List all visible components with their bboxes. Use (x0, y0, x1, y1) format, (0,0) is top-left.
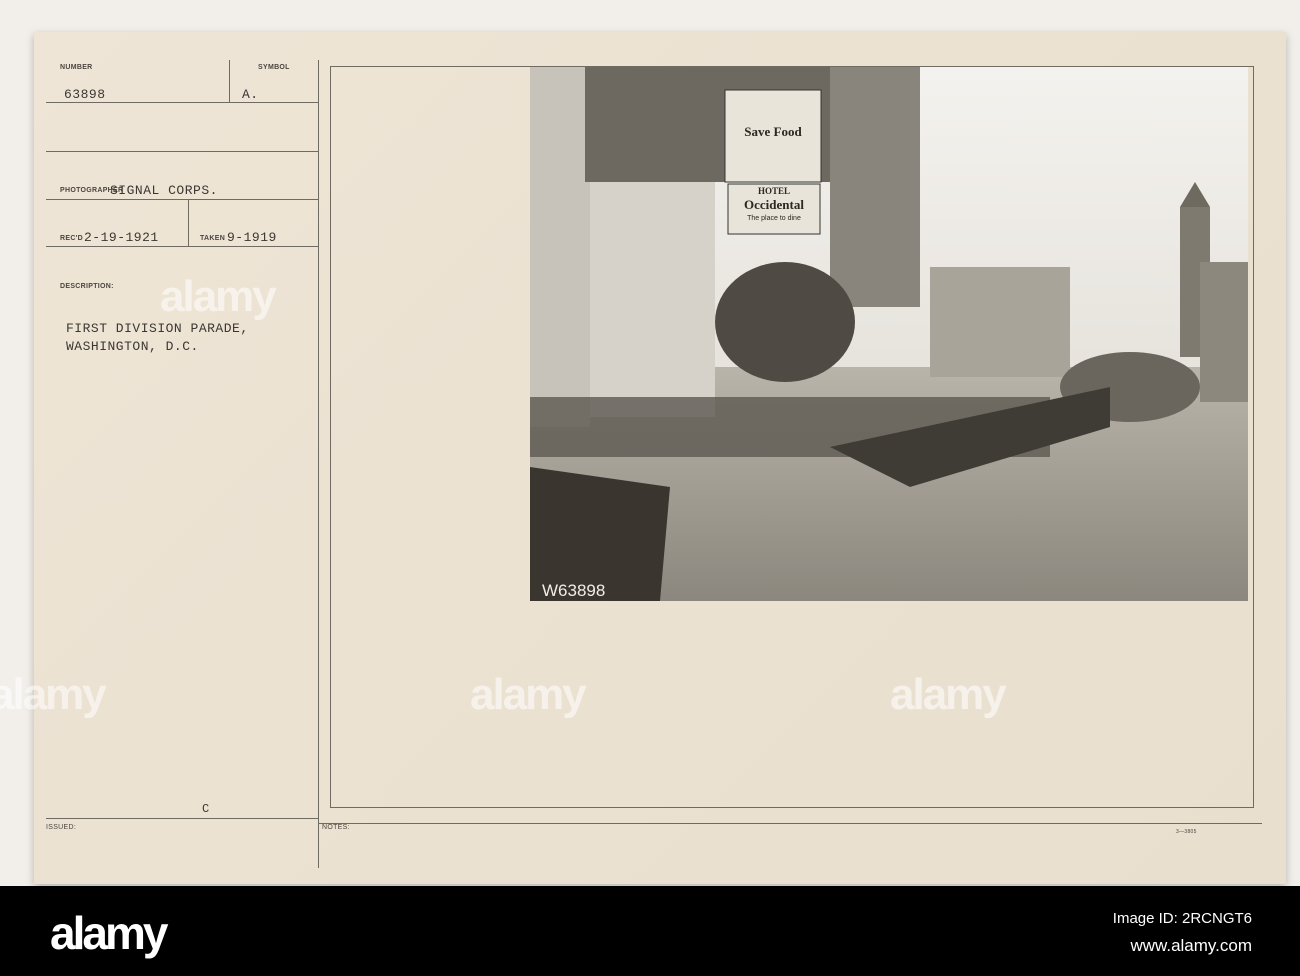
hotel-building (830, 67, 920, 307)
issued-mark: C (202, 802, 210, 816)
photo-scene (530, 67, 1248, 601)
taken-label: TAKEN (200, 235, 226, 242)
building (590, 177, 715, 417)
negative-number: W63898 (542, 581, 606, 600)
distant-building (930, 267, 1070, 377)
building (1200, 262, 1248, 402)
divider (46, 151, 318, 152)
divider (46, 246, 318, 247)
site-url[interactable]: www.alamy.com (1130, 936, 1252, 956)
description-line-2: WASHINGTON, D.C. (66, 339, 199, 354)
watermark: alamy (470, 670, 587, 719)
issued-label: ISSUED: (46, 824, 77, 831)
billboard-hotel: HOTEL (757, 186, 790, 196)
description-line-1: FIRST DIVISION PARADE, (66, 321, 249, 336)
image-id: Image ID: 2RCNGT6 (1112, 910, 1252, 927)
divider (188, 199, 189, 246)
divider (229, 60, 230, 102)
number-label: NUMBER (60, 64, 93, 71)
number-value: 63898 (64, 87, 106, 102)
billboard-tagline: The place to dine (747, 215, 801, 222)
divider (318, 60, 319, 868)
alamy-logo[interactable]: alamy (50, 906, 168, 960)
symbol-label: SYMBOL (258, 64, 290, 71)
trees (715, 262, 855, 382)
divider (318, 823, 1262, 824)
photographer-value: SIGNAL CORPS. (110, 183, 218, 198)
notes-label: NOTES: (322, 824, 350, 831)
footer-bar: alamy Image ID: 2RCNGT6 www.alamy.com (0, 886, 1300, 976)
billboard-occidental: Occidental (744, 197, 804, 212)
received-label: REC'D (60, 235, 83, 242)
watermark: alamy (890, 670, 1007, 719)
watermark: alamy (160, 272, 277, 321)
received-value: 2-19-1921 (84, 230, 159, 245)
symbol-value: A. (242, 87, 259, 102)
building (530, 67, 590, 427)
divider (46, 818, 318, 819)
parade-photograph: Save Food HOTEL Occidental The place to … (530, 67, 1248, 601)
form-number: 3—3805 (1176, 829, 1197, 835)
description-label: DESCRIPTION: (60, 283, 114, 290)
divider (46, 199, 318, 200)
watermark: alamy (0, 670, 107, 719)
taken-value: 9-1919 (227, 230, 277, 245)
divider (46, 102, 318, 103)
billboard-save-food: Save Food (744, 124, 802, 139)
